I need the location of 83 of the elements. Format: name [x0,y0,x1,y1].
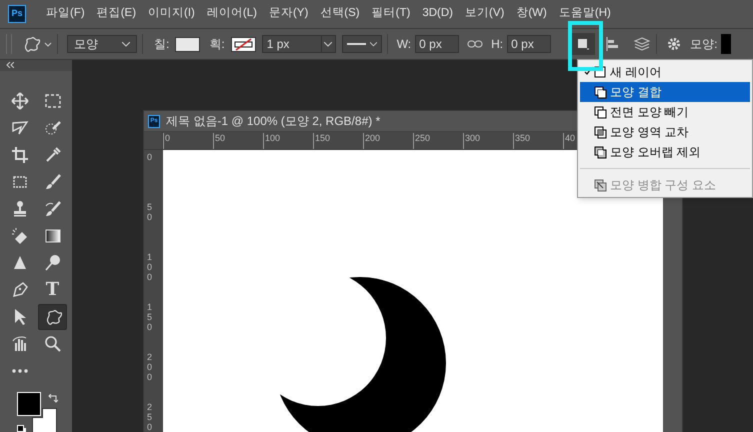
ruler-label: 150 [313,133,330,149]
zoom-icon [44,334,62,353]
solid-line-icon[interactable] [346,42,366,46]
caret-icon[interactable] [122,42,130,46]
background-color-swatch[interactable] [32,408,57,432]
menu-item[interactable]: 선택(S) [320,5,360,23]
shape-tool-icon[interactable] [22,35,52,53]
collapse-icon[interactable] [6,62,14,68]
ruler-label: 150 [147,302,154,332]
history-brush-icon [44,200,62,218]
menu-item[interactable]: 편집(E) [96,5,136,23]
menu-item[interactable]: 도움말(H) [558,5,611,23]
shape-label: 모양: [690,36,718,53]
menu-item[interactable]: 이미지(I) [148,5,195,23]
shape-operation-icon [594,86,607,98]
document-tab-title[interactable]: 제목 없음-1 @ 100% (모양 2, RGB/8#) * [166,112,380,130]
tool-button[interactable]: T [38,276,67,303]
gradient-icon [44,226,62,245]
ruler-label: 200 [363,133,380,149]
stroke-width-field[interactable]: 1 px [262,35,336,53]
menu-item: 모양 병합 구성 요소 [580,175,750,195]
fill-swatch[interactable] [175,36,200,52]
height-field[interactable]: 0 px [507,35,552,53]
ruler-label: 40 [563,133,576,149]
brush-icon [44,172,62,191]
crop-icon [10,146,28,164]
ruler-label: 100 [147,252,154,282]
caret-icon[interactable] [324,42,332,46]
fill-label: 칠: [154,36,170,53]
swap-colors-icon[interactable] [48,394,58,404]
eyedropper-icon [44,146,62,164]
menu-item[interactable]: 전면 모양 빼기 [580,102,750,122]
shape-operation-icon [594,106,607,118]
menu-item[interactable]: 레이어(L) [206,5,257,23]
ruler-label: 100 [263,133,280,149]
menu-item[interactable]: 필터(T) [372,5,410,23]
default-colors-icon[interactable] [17,424,27,432]
caret-icon[interactable] [370,42,377,46]
menu-item[interactable]: 파일(F) [46,5,85,23]
app-logo: Ps [8,5,26,23]
menu-item[interactable]: 모양 오버랩 제외 [580,142,750,162]
shape-operation-icon [594,178,607,192]
more-icon [12,368,28,373]
dropdown-value: 모양 [74,36,98,53]
move-icon [10,92,28,110]
quick-selection-icon [44,118,62,137]
menu-item[interactable]: 3D(D) [422,5,453,23]
square-icon [577,38,590,50]
lasso-icon [10,118,28,137]
stroke-label: 획: [209,36,225,53]
ruler-label: 0 [147,152,154,162]
ruler-label: 50 [213,133,226,149]
stroke-swatch[interactable] [230,36,256,52]
path-arrangement-icon[interactable] [633,36,652,52]
ruler-label: 200 [147,352,154,382]
ruler-label: 250 [147,402,154,432]
menu-item[interactable]: 모양 영역 교차 [580,122,750,142]
settings-icon[interactable] [666,36,682,52]
ruler-label: 50 [147,202,154,222]
width-field[interactable]: 0 px [415,35,460,53]
menu-item[interactable]: 문자(Y) [268,5,308,23]
foreground-color-swatch[interactable] [17,392,41,416]
menu-item[interactable]: 새 레이어 [580,62,750,82]
pen-icon [10,280,28,299]
menu-item[interactable]: 창(W) [516,5,547,23]
path-operations-button[interactable] [571,33,596,55]
height-label: H: [491,36,504,53]
highlight-frame [568,21,603,71]
width-label: W: [396,36,412,53]
ruler-label: 250 [413,133,430,149]
stroke-type-dropdown[interactable] [342,35,382,53]
link-icon[interactable] [467,40,484,48]
shape-picker[interactable] [721,34,732,54]
tool-button[interactable] [38,304,67,330]
marquee-icon [44,92,62,110]
mode-dropdown[interactable]: 모양 [67,35,137,53]
menu-item[interactable]: 모양 결합 [580,82,750,102]
menu-item[interactable]: 보기(V) [465,5,504,23]
ruler-label: 350 [513,133,530,149]
shape-operation-icon [594,126,607,138]
ruler-label: 0 [163,133,170,149]
shape-operation-icon [594,146,607,158]
ruler-label: 300 [463,133,480,149]
